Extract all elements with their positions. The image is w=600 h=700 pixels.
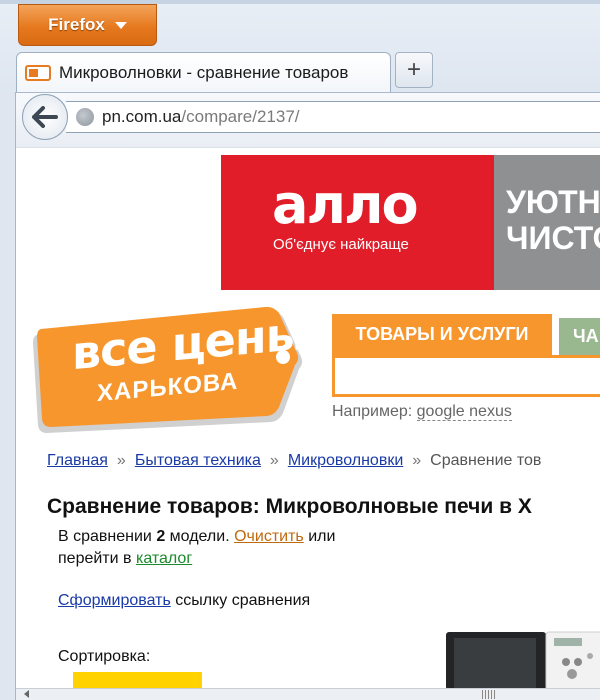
or-text: или — [308, 528, 336, 545]
page-title: Сравнение товаров: Микроволновые печи в … — [47, 495, 532, 518]
ad-right-line2: ЧИСТО — [506, 220, 600, 256]
dropdown-caret-icon — [114, 21, 127, 29]
tab-title: Микроволновки - сравнение товаров — [59, 62, 349, 82]
compare-count: 2 — [156, 528, 166, 545]
breadcrumb-separator: » — [412, 452, 422, 469]
search-input[interactable] — [332, 355, 600, 397]
goto-prefix: перейти в — [58, 550, 132, 567]
search-hint-example[interactable]: google nexus — [416, 403, 512, 421]
back-arrow-icon — [32, 106, 58, 128]
firefox-menu-button[interactable]: Firefox — [18, 4, 157, 46]
breadcrumb-separator: » — [116, 452, 126, 469]
horizontal-scrollbar[interactable] — [16, 688, 600, 700]
search-hint-prefix: Например: — [332, 403, 413, 420]
search-hint: Например: google nexus — [332, 403, 512, 421]
window-left-edge — [0, 92, 16, 700]
url-host: pn.com.ua — [102, 107, 182, 126]
compare-prefix: В сравнении — [58, 528, 152, 545]
firefox-menu-label: Firefox — [48, 15, 105, 34]
ad-logo-text: алло — [272, 173, 419, 236]
ad-right-line1: УЮТН — [506, 184, 600, 220]
breadcrumb-microwaves[interactable]: Микроволновки — [288, 452, 403, 469]
sort-label: Сортировка: — [58, 648, 151, 665]
compare-info: В сравнении 2 модели. Очистить или перей… — [58, 526, 335, 570]
catalog-link[interactable]: каталог — [136, 550, 192, 567]
tab-products-services[interactable]: ТОВАРЫ И УСЛУГИ — [332, 314, 552, 355]
scroll-left-arrow-icon[interactable] — [24, 690, 29, 698]
tab-other[interactable]: ЧА — [559, 318, 600, 355]
breadcrumb-current: Сравнение тов — [430, 452, 542, 469]
browser-tab[interactable]: Микроволновки - сравнение товаров — [16, 52, 391, 92]
new-tab-button[interactable]: + — [395, 52, 433, 88]
breadcrumb-appliances[interactable]: Бытовая техника — [135, 452, 261, 469]
url-path: /compare/2137/ — [181, 107, 300, 126]
globe-icon — [76, 108, 94, 126]
address-bar[interactable]: pn.com.ua/compare/2137/ — [66, 101, 600, 133]
clear-link[interactable]: Очистить — [234, 528, 304, 545]
form-link-line: Сформировать ссылку сравнения — [58, 592, 310, 610]
site-favicon-icon — [25, 64, 51, 81]
form-link-suffix: ссылку сравнения — [175, 592, 311, 609]
compare-suffix: модели. — [169, 528, 230, 545]
breadcrumb-separator: » — [269, 452, 279, 469]
ad-right-text: УЮТН ЧИСТО — [506, 184, 600, 256]
microwave-product-image[interactable] — [442, 630, 600, 690]
form-comparison-link[interactable]: Сформировать — [58, 592, 171, 609]
back-button[interactable] — [22, 94, 68, 140]
breadcrumb-home[interactable]: Главная — [47, 452, 108, 469]
scrollbar-thumb[interactable] — [482, 690, 496, 699]
breadcrumb: Главная » Бытовая техника » Микроволновки » Ср… — [47, 452, 541, 470]
ad-slogan: Об'єднує найкраще — [273, 236, 409, 253]
